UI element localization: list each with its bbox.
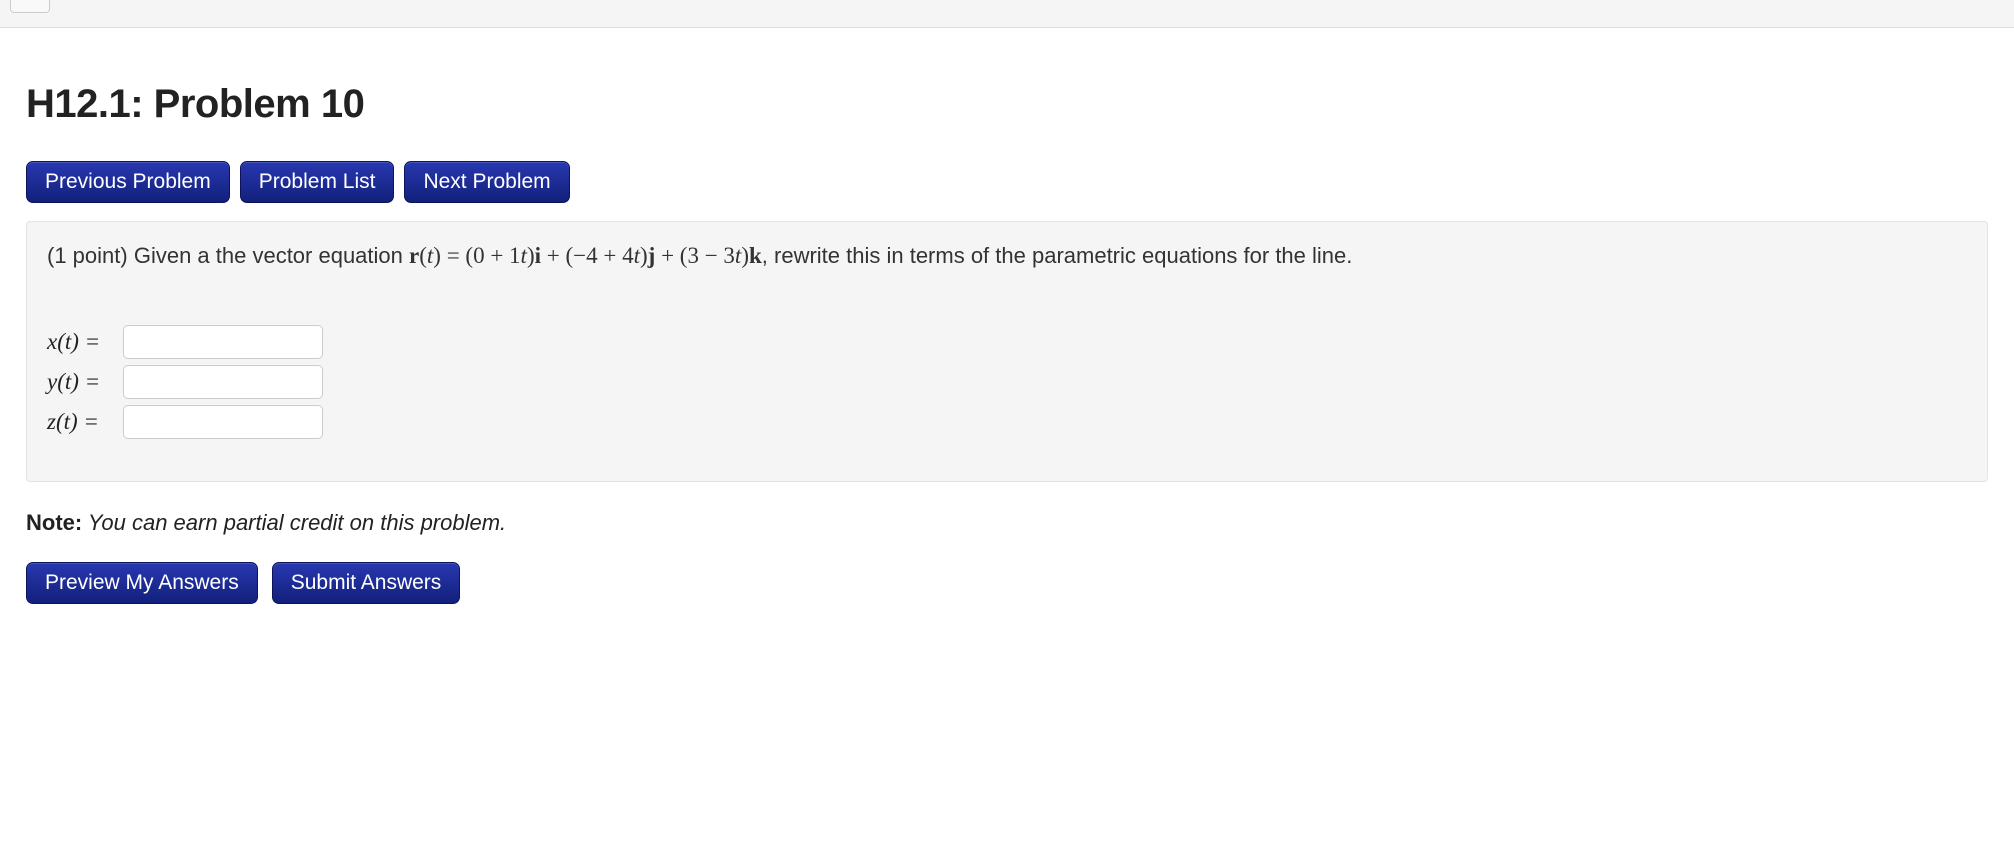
close-k: ) xyxy=(741,243,749,268)
note-label: Note: xyxy=(26,510,82,535)
action-row: Preview My Answers Submit Answers xyxy=(26,562,1988,604)
r-symbol: r xyxy=(409,243,419,268)
plus-2: + (3 − 3 xyxy=(655,243,735,268)
problem-list-button[interactable]: Problem List xyxy=(240,161,395,203)
lead-text: Given a the vector equation xyxy=(134,243,409,268)
paren-open: ( xyxy=(419,243,427,268)
close-i: ) xyxy=(527,243,535,268)
trail-text: , rewrite this in terms of the parametri… xyxy=(762,243,1353,268)
z-input[interactable] xyxy=(123,405,323,439)
z-equation-row: z(t) = xyxy=(47,405,1967,439)
next-problem-button[interactable]: Next Problem xyxy=(404,161,569,203)
close-j: ) xyxy=(640,243,648,268)
partial-credit-note: Note: You can earn partial credit on thi… xyxy=(26,510,1988,536)
page-title: H12.1: Problem 10 xyxy=(26,82,1988,127)
z-label: z(t) = xyxy=(47,409,113,435)
preview-answers-button[interactable]: Preview My Answers xyxy=(26,562,258,604)
points-prefix: (1 point) xyxy=(47,243,134,268)
note-text: You can earn partial credit on this prob… xyxy=(82,510,506,535)
problem-box: (1 point) Given a the vector equation r(… xyxy=(26,221,1988,482)
y-input[interactable] xyxy=(123,365,323,399)
problem-statement: (1 point) Given a the vector equation r(… xyxy=(47,240,1967,271)
x-label: x(t) = xyxy=(47,329,113,355)
k-unit: k xyxy=(749,243,762,268)
topbar-button[interactable] xyxy=(10,0,50,13)
problem-nav: Previous Problem Problem List Next Probl… xyxy=(26,161,1988,203)
x-equation-row: x(t) = xyxy=(47,325,1967,359)
submit-answers-button[interactable]: Submit Answers xyxy=(272,562,461,604)
expr-1: ) = (0 + 1 xyxy=(433,243,520,268)
x-input[interactable] xyxy=(123,325,323,359)
y-equation-row: y(t) = xyxy=(47,365,1967,399)
topbar xyxy=(0,0,2014,28)
previous-problem-button[interactable]: Previous Problem xyxy=(26,161,230,203)
plus-1: + (−4 + 4 xyxy=(541,243,634,268)
y-label: y(t) = xyxy=(47,369,113,395)
main-content: H12.1: Problem 10 Previous Problem Probl… xyxy=(0,28,2014,644)
